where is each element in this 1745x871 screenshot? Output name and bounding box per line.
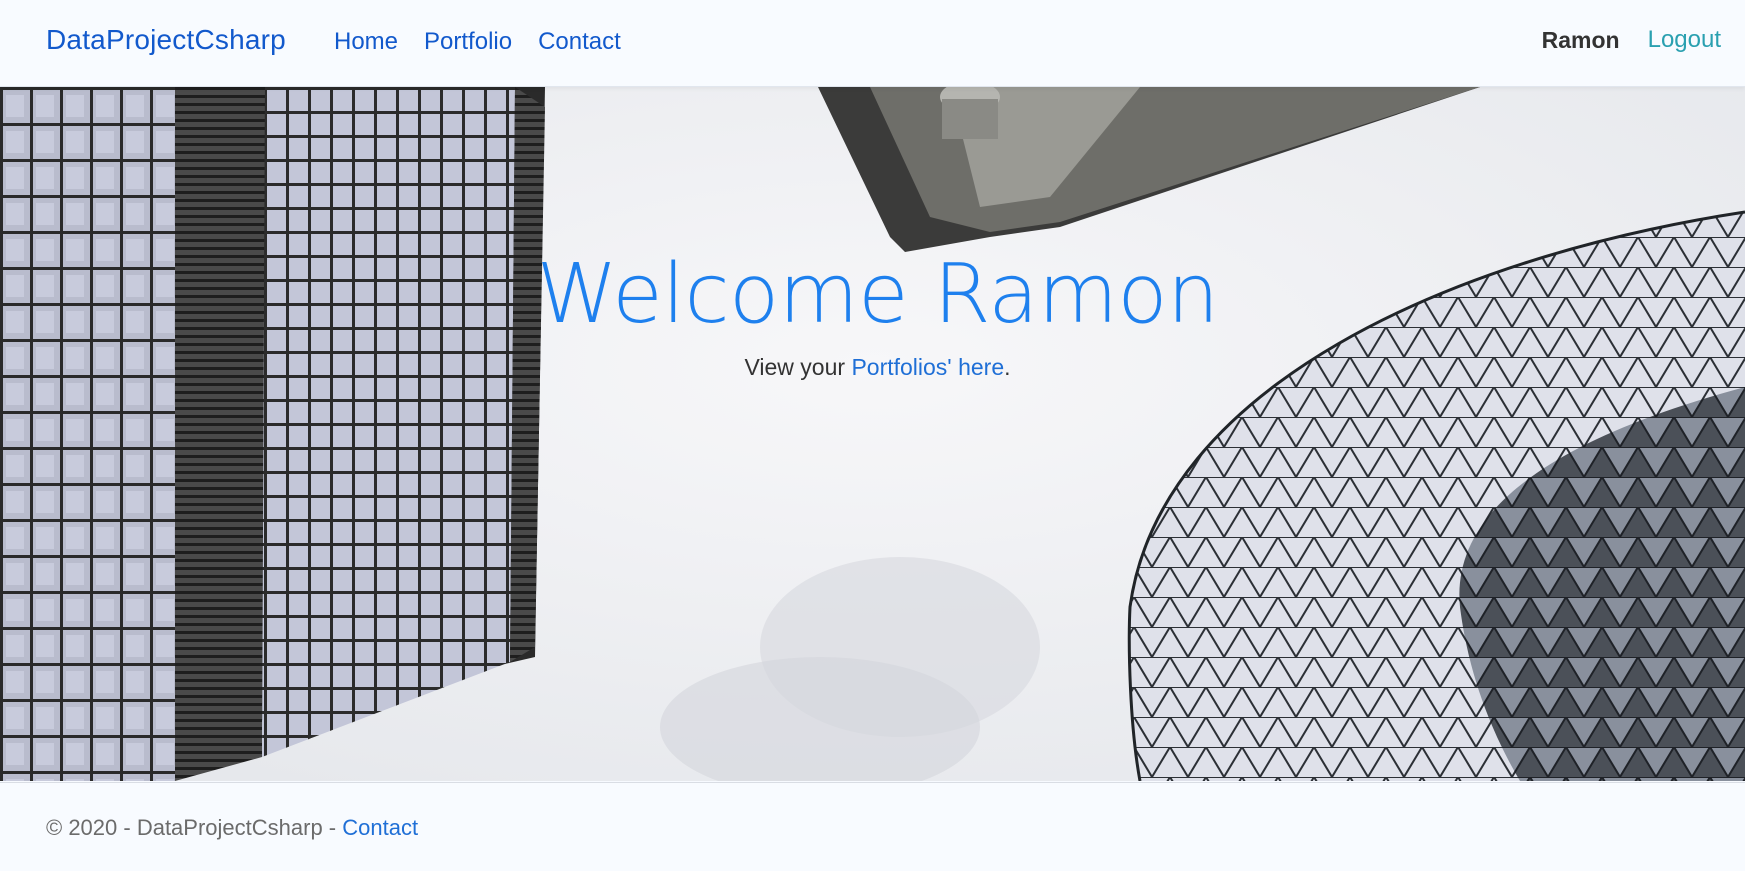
- nav-links: Home Portfolio Contact: [334, 28, 621, 56]
- logout-link[interactable]: Logout: [1648, 26, 1721, 54]
- footer: © 2020 - DataProjectCsharp - Contact: [0, 782, 1745, 871]
- hero-subtitle: View your Portfolios' here.: [0, 354, 1745, 381]
- user-name: Ramon: [1541, 26, 1620, 53]
- hero-subtitle-prefix: View your: [744, 354, 852, 380]
- brand-link[interactable]: DataProjectCsharp: [46, 24, 286, 56]
- portfolios-link[interactable]: Portfolios' here: [851, 354, 1004, 380]
- top-navbar: DataProjectCsharp Home Portfolio Contact…: [0, 0, 1745, 87]
- nav-home-link[interactable]: Home: [334, 28, 398, 56]
- nav-portfolio-link[interactable]: Portfolio: [424, 28, 512, 56]
- footer-text: © 2020 - DataProjectCsharp - Contact: [46, 815, 418, 841]
- nav-contact-link[interactable]: Contact: [538, 28, 621, 56]
- hero-banner: Welcome Ramon View your Portfolios' here…: [0, 87, 1745, 781]
- footer-copyright: © 2020 - DataProjectCsharp -: [46, 815, 343, 840]
- hero-background-image: [0, 87, 1745, 781]
- hero-subtitle-suffix: .: [1004, 354, 1011, 380]
- footer-contact-link[interactable]: Contact: [342, 815, 418, 840]
- nav-user-area: Ramon Logout: [1542, 26, 1721, 54]
- welcome-heading: Welcome Ramon: [536, 247, 1219, 342]
